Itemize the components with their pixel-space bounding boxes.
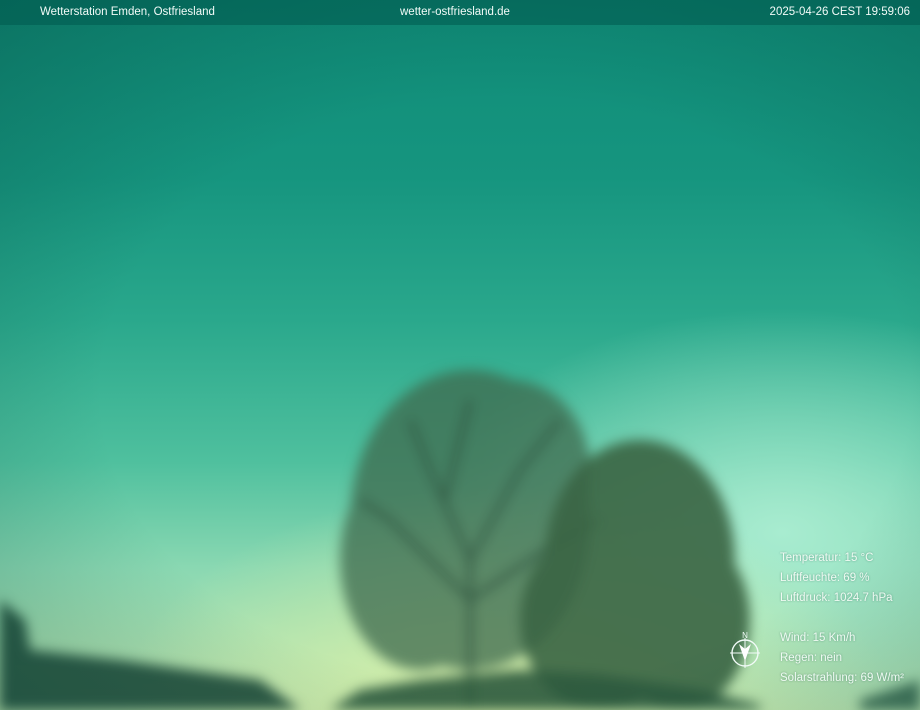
timestamp: 2025-04-26 CEST 19:59:06 [769, 6, 910, 18]
solar-reading: Solarstrahlung: 69 W/m² [780, 672, 904, 684]
website-url: wetter-ostfriesland.de [400, 6, 510, 18]
compass-icon: N [730, 631, 760, 668]
webcam-image: Wetterstation Emden, Ostfriesland wetter… [0, 0, 920, 710]
left-rooftop [0, 600, 300, 710]
weather-readings: Temperatur: 15 °C Luftfeuchte: 69 % Luft… [780, 548, 904, 688]
pressure-reading: Luftdruck: 1024.7 hPa [780, 592, 893, 604]
readings-spacer [780, 608, 904, 628]
temperature-reading: Temperatur: 15 °C [780, 552, 874, 564]
humidity-reading: Luftfeuchte: 69 % [780, 572, 870, 584]
wind-reading: Wind: 15 Km/h [780, 632, 856, 644]
rain-reading: Regen: nein [780, 652, 843, 664]
caption-bar: Wetterstation Emden, Ostfriesland wetter… [0, 0, 920, 25]
station-name: Wetterstation Emden, Ostfriesland [40, 6, 215, 18]
